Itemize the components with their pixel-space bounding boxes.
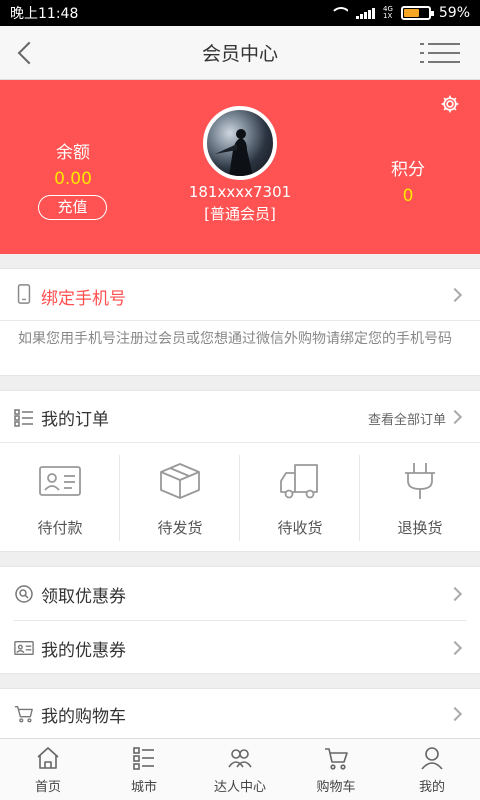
chevron-right-icon [447, 409, 463, 425]
balance-label: 余额 [56, 143, 90, 163]
balance-block: 余额 0.00 [40, 138, 106, 189]
bind-phone-title: 绑定手机号 [41, 289, 126, 309]
order-status-label: 待收货 [277, 519, 323, 537]
profile-panel: 余额 0.00 充值 181xxxx7301 [普通会员] 积分 0 [0, 80, 480, 254]
list-icon [133, 747, 154, 770]
avatar-silhouette [215, 129, 253, 176]
bind-phone-description: 如果您用手机号注册过会员或您想通过微信外购物请绑定您的手机号码 [18, 331, 452, 347]
my-cart-row[interactable]: 我的购物车 [0, 688, 480, 738]
id-card-icon [39, 466, 81, 496]
bottom-tab-bar: 首页 城市 达人中心 购物车 我的 [0, 738, 480, 800]
tab-label: 购物车 [316, 780, 356, 795]
order-status-returns[interactable]: 退换货 [360, 443, 480, 553]
points-block: 积分 0 [380, 155, 436, 206]
signal-icon [355, 7, 375, 19]
order-status-grid: 待付款 待发货 待收货 退换货 [0, 443, 480, 553]
order-status-pending-shipment[interactable]: 待发货 [120, 443, 240, 553]
battery-percent: 59% [438, 5, 470, 21]
menu-icon[interactable] [420, 41, 460, 65]
tab-mine[interactable]: 我的 [384, 739, 480, 800]
network-type: 4G 1X [382, 5, 393, 20]
status-bar: 晚上11:48 4G 1X 59% [0, 0, 480, 26]
coupon-search-icon [15, 585, 33, 603]
chevron-right-icon [447, 706, 463, 722]
order-status-pending-payment[interactable]: 待付款 [0, 443, 120, 553]
box-icon [160, 463, 200, 499]
orders-card: 我的订单 查看全部订单 待付款 待发货 待收货 退换货 [0, 390, 480, 552]
tab-label: 达人中心 [213, 780, 266, 795]
tab-home[interactable]: 首页 [0, 739, 96, 800]
view-all-orders-link[interactable]: 查看全部订单 [368, 409, 446, 428]
order-status-label: 待发货 [157, 519, 203, 537]
order-status-label: 待付款 [37, 519, 83, 537]
home-icon [37, 747, 59, 769]
gear-icon[interactable] [440, 94, 460, 114]
bind-phone-row[interactable]: 绑定手机号 [0, 269, 480, 321]
coupon-card: 领取优惠券 我的优惠券 [0, 566, 480, 674]
my-cart-label: 我的购物车 [41, 707, 126, 727]
member-level: [普通会员] [204, 205, 276, 223]
chevron-right-icon [447, 287, 463, 303]
my-coupons-label: 我的优惠券 [41, 641, 126, 661]
cart-icon [14, 706, 33, 723]
orders-title: 我的订单 [41, 410, 109, 430]
claim-coupons-label: 领取优惠券 [41, 587, 126, 607]
order-list-icon [14, 409, 33, 427]
orders-header[interactable]: 我的订单 查看全部订单 [0, 391, 480, 443]
phone-icon [17, 284, 31, 304]
cart-icon [325, 748, 348, 770]
tab-label: 首页 [34, 780, 61, 795]
status-icons: 4G 1X 59% [329, 5, 470, 21]
tab-expert-center[interactable]: 达人中心 [192, 739, 288, 800]
wifi-icon [329, 7, 348, 19]
battery-fill [403, 9, 420, 17]
user-icon [421, 747, 443, 770]
plug-icon [405, 463, 435, 499]
chevron-right-icon [447, 586, 463, 602]
tab-cart[interactable]: 购物车 [288, 739, 384, 800]
status-time: 晚上11:48 [10, 6, 79, 22]
chevron-right-icon [447, 640, 463, 656]
tab-label: 我的 [418, 780, 445, 795]
points-value: 0 [402, 186, 414, 206]
users-icon [228, 749, 252, 768]
points-label: 积分 [391, 160, 425, 180]
truck-icon [280, 464, 318, 499]
avatar[interactable] [203, 106, 277, 180]
tab-label: 城市 [130, 780, 157, 795]
tab-city[interactable]: 城市 [96, 739, 192, 800]
app-header: 会员中心 [0, 26, 480, 80]
order-status-pending-receipt[interactable]: 待收货 [240, 443, 360, 553]
coupon-card-icon [14, 640, 34, 656]
my-coupons-row[interactable]: 我的优惠券 [0, 621, 480, 675]
battery-icon [400, 6, 434, 20]
claim-coupons-row[interactable]: 领取优惠券 [0, 567, 480, 621]
back-button[interactable] [14, 39, 38, 67]
bind-phone-card: 绑定手机号 如果您用手机号注册过会员或您想通过微信外购物请绑定您的手机号码 [0, 268, 480, 376]
order-status-label: 退换货 [397, 519, 443, 537]
page-title: 会员中心 [201, 43, 278, 65]
